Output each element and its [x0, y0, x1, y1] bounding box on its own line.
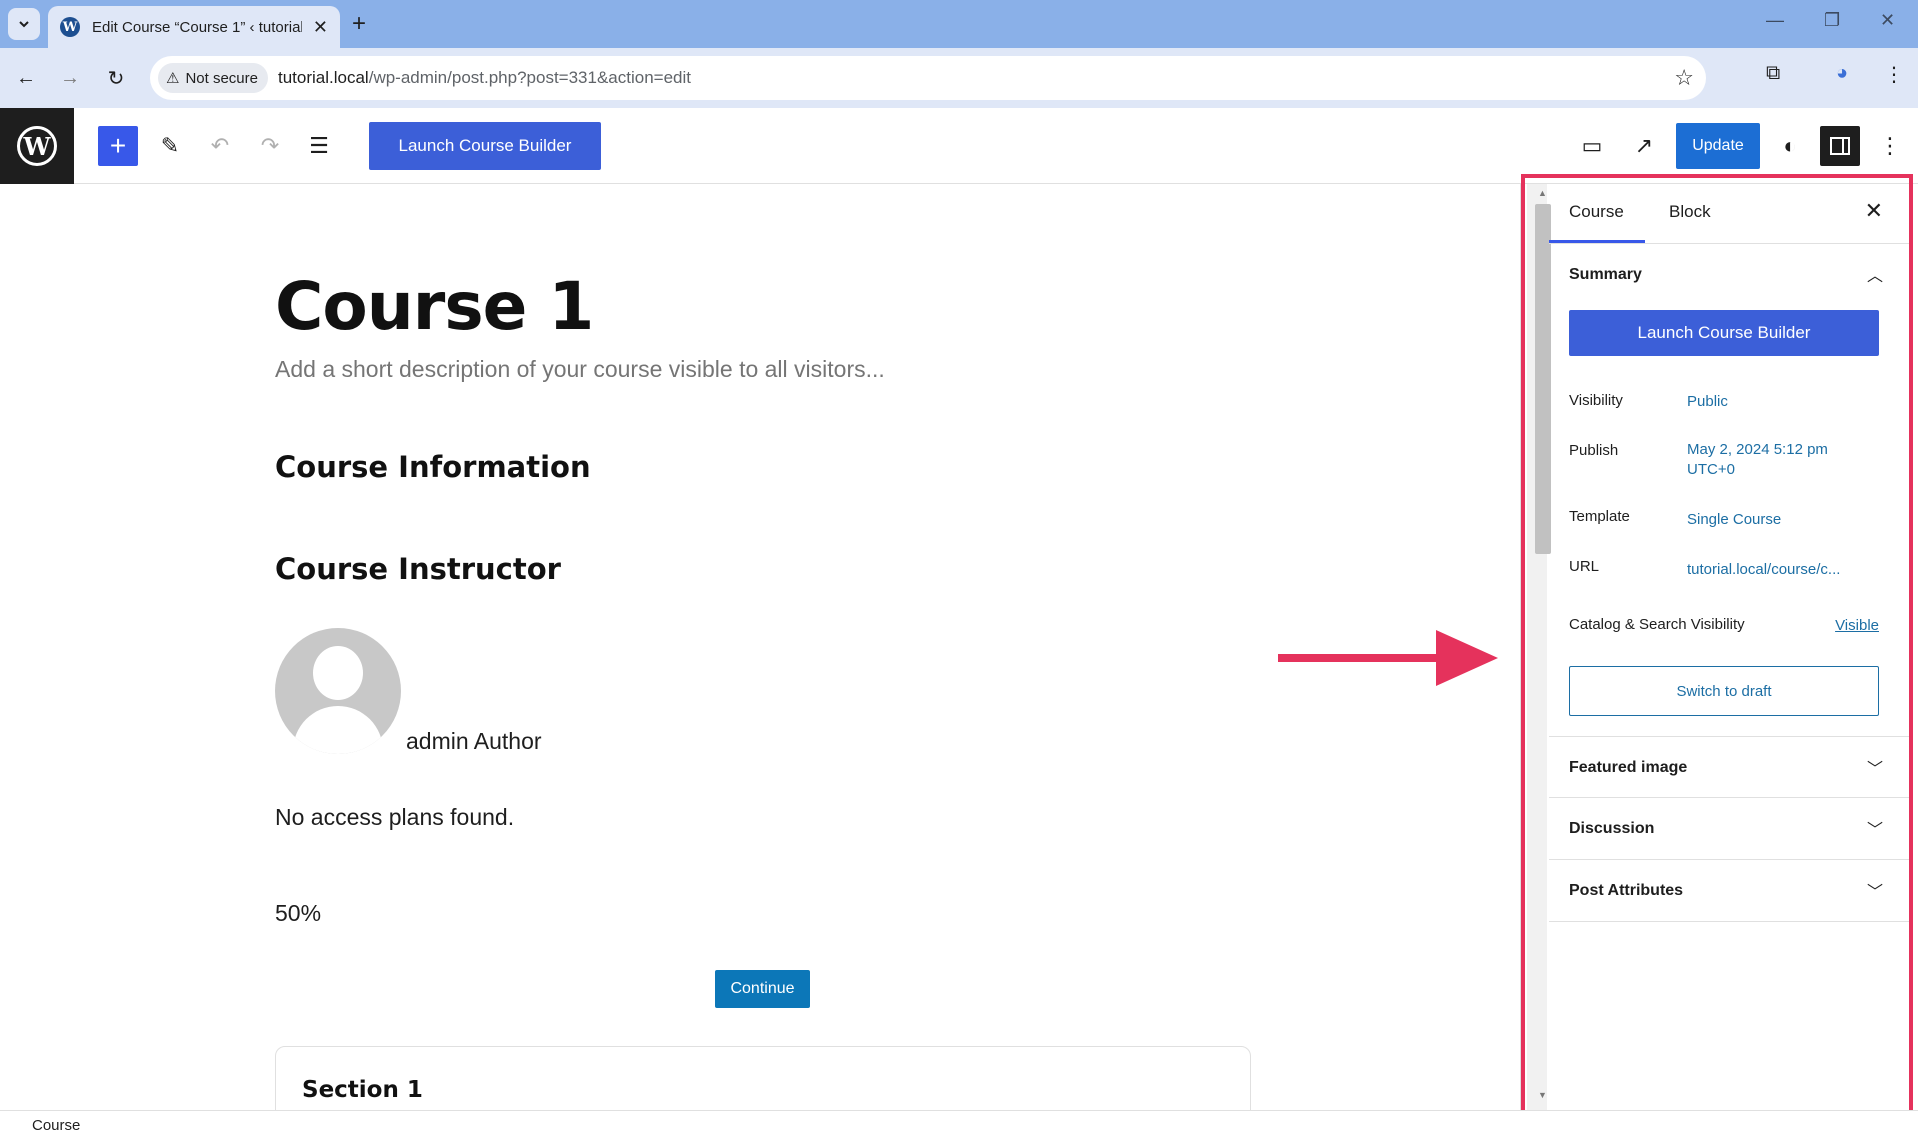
chevron-up-icon: ︿ — [1866, 268, 1883, 285]
security-label: Not secure — [185, 69, 258, 87]
settings-sidebar-toggle-icon[interactable] — [1820, 126, 1860, 166]
url-text: tutorial.local/wp-admin/post.php?post=33… — [278, 68, 691, 88]
author-name: admin Author — [406, 728, 542, 754]
forward-arrow-icon[interactable]: → — [54, 62, 86, 94]
breadcrumb-course[interactable]: Course — [32, 1117, 80, 1134]
active-tab-indicator — [1549, 240, 1645, 243]
post-title[interactable]: Course 1 — [275, 268, 594, 345]
instructor-avatar — [275, 628, 401, 754]
catalog-visibility-label: Catalog & Search Visibility — [1569, 616, 1745, 633]
scroll-down-icon[interactable]: ▼ — [1538, 1090, 1547, 1100]
browser-address-bar: ← → ↻ ⚠ Not secure tutorial.local/wp-adm… — [0, 48, 1918, 108]
back-arrow-icon[interactable]: ← — [10, 62, 42, 94]
heading-course-instructor[interactable]: Course Instructor — [275, 552, 561, 586]
close-window-icon[interactable]: ✕ — [1880, 10, 1895, 31]
progress-percent: 50% — [275, 900, 322, 926]
extensions-puzzle-icon[interactable]: ⧉ — [1766, 62, 1780, 85]
chevron-down-icon: ﹀ — [1866, 822, 1883, 839]
minimize-icon[interactable]: — — [1766, 10, 1784, 31]
access-plans-text: No access plans found. — [275, 804, 515, 830]
publish-date-value[interactable]: May 2, 2024 5:12 pm UTC+0 — [1687, 440, 1867, 480]
bookmark-star-icon[interactable]: ☆ — [1674, 65, 1694, 91]
plugin-globe-icon[interactable]: ◐ — [1774, 130, 1806, 162]
wordpress-logo-icon[interactable]: W — [0, 108, 74, 184]
close-sidebar-icon[interactable]: ✕ — [1865, 198, 1883, 224]
security-chip[interactable]: ⚠ Not secure — [158, 63, 268, 93]
add-block-plus-icon[interactable]: + — [98, 126, 138, 166]
tab-list-chevron-down-icon[interactable] — [8, 8, 40, 40]
browser-menu-icon[interactable]: ⋮ — [1884, 62, 1904, 87]
redo-icon[interactable]: ↷ — [254, 130, 286, 162]
url-host: tutorial.local — [278, 68, 369, 87]
post-attributes-panel-header[interactable]: Post Attributes ﹀ — [1549, 860, 1909, 922]
sidebar-scrollbar[interactable]: ▲ ▼ — [1527, 184, 1551, 1110]
scroll-up-icon[interactable]: ▲ — [1538, 188, 1547, 198]
document-overview-list-icon[interactable]: ☰ — [303, 130, 335, 162]
browser-tab-active[interactable]: W Edit Course “Course 1” ‹ tutorial ✕ — [48, 6, 340, 48]
editor-canvas: Course 1 Add a short description of your… — [0, 184, 1520, 1136]
publish-label: Publish — [1569, 442, 1619, 459]
url-label: URL — [1569, 558, 1600, 575]
course-description-placeholder[interactable]: Add a short description of your course v… — [275, 356, 885, 383]
visibility-value[interactable]: Public — [1687, 392, 1867, 412]
update-button[interactable]: Update — [1676, 123, 1760, 169]
sidebar-launch-course-builder-button[interactable]: Launch Course Builder — [1569, 310, 1879, 356]
heading-course-information[interactable]: Course Information — [275, 450, 591, 484]
profile-icon[interactable]: ◕ — [1836, 62, 1848, 85]
view-post-external-icon[interactable]: ↗ — [1628, 130, 1660, 162]
template-value[interactable]: Single Course — [1687, 510, 1867, 530]
summary-panel-header[interactable]: Summary ︿ — [1549, 244, 1909, 306]
wordpress-favicon-icon: W — [60, 17, 80, 37]
url-input[interactable]: ⚠ Not secure tutorial.local/wp-admin/pos… — [150, 56, 1706, 100]
visibility-label: Visibility — [1569, 392, 1623, 409]
editor-footer-breadcrumb: Course — [0, 1110, 1918, 1139]
pointer-arrow-icon — [1278, 630, 1498, 686]
catalog-visibility-value[interactable]: Visible — [1835, 616, 1879, 636]
close-tab-icon[interactable]: ✕ — [313, 17, 328, 38]
sidebar-panel: Course Block ✕ Summary ︿ Launch Course B… — [1549, 184, 1909, 1110]
tab-title: Edit Course “Course 1” ‹ tutorial — [92, 18, 302, 36]
warning-triangle-icon: ⚠ — [166, 70, 180, 87]
discussion-panel-header[interactable]: Discussion ﹀ — [1549, 798, 1909, 860]
restore-icon[interactable]: ❐ — [1824, 10, 1840, 31]
settings-sidebar: ▲ ▼ Course Block ✕ Summary ︿ Launch Cour… — [1520, 184, 1918, 1110]
tab-block[interactable]: Block — [1669, 202, 1711, 222]
chevron-down-icon: ﹀ — [1866, 761, 1883, 778]
switch-to-draft-button[interactable]: Switch to draft — [1569, 666, 1879, 716]
section-title: Section 1 — [302, 1077, 423, 1103]
url-path: /wp-admin/post.php?post=331&action=edit — [368, 68, 691, 87]
edit-pencil-icon[interactable]: ✎ — [154, 130, 186, 162]
browser-tab-bar: W Edit Course “Course 1” ‹ tutorial ✕ + … — [0, 0, 1918, 48]
url-value[interactable]: tutorial.local/course/c... — [1687, 560, 1867, 580]
summary-label: Summary — [1569, 266, 1642, 283]
launch-course-builder-button[interactable]: Launch Course Builder — [369, 122, 601, 170]
editor-toolbar: W + ✎ ↶ ↷ ☰ Launch Course Builder ▭ ↗ Up… — [0, 108, 1918, 184]
options-menu-icon[interactable]: ⋮ — [1874, 130, 1906, 162]
tab-course[interactable]: Course — [1569, 202, 1624, 222]
template-label: Template — [1569, 508, 1630, 525]
reload-icon[interactable]: ↻ — [100, 62, 132, 94]
continue-button[interactable]: Continue — [715, 970, 810, 1008]
publish-date-line1: May 2, 2024 5:12 pm — [1687, 441, 1828, 458]
undo-icon[interactable]: ↶ — [204, 130, 236, 162]
sidebar-tabs: Course Block ✕ — [1549, 184, 1909, 244]
post-attributes-label: Post Attributes — [1569, 882, 1684, 899]
preview-laptop-icon[interactable]: ▭ — [1576, 130, 1608, 162]
featured-image-panel-header[interactable]: Featured image ﹀ — [1549, 736, 1909, 798]
publish-date-line2: UTC+0 — [1687, 461, 1735, 478]
chevron-down-icon: ﹀ — [1866, 884, 1883, 901]
new-tab-plus-icon[interactable]: + — [352, 10, 366, 38]
discussion-label: Discussion — [1569, 820, 1655, 837]
featured-image-label: Featured image — [1569, 759, 1688, 776]
